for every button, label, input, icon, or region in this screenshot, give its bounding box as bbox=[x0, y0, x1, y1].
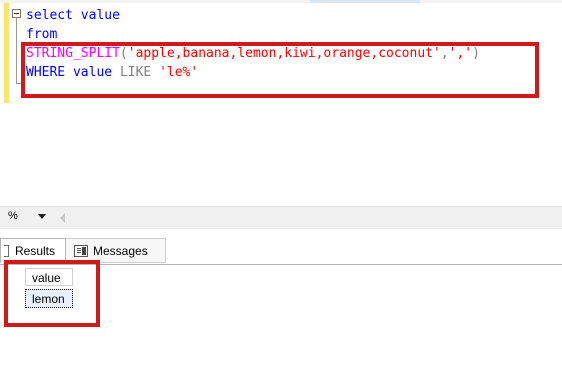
outline-guide-line bbox=[16, 18, 21, 84]
messages-icon bbox=[74, 244, 88, 257]
code-line[interactable]: select value bbox=[26, 6, 480, 25]
annotation-box-query bbox=[21, 42, 539, 98]
tab-messages-label: Messages bbox=[93, 243, 148, 258]
chevron-down-icon[interactable] bbox=[38, 214, 46, 219]
code-token: value bbox=[80, 8, 120, 23]
collapse-icon[interactable] bbox=[12, 9, 21, 18]
grid-icon bbox=[4, 245, 9, 257]
zoom-bar: % bbox=[0, 206, 562, 230]
annotation-box-results bbox=[4, 260, 100, 327]
code-token: select bbox=[26, 8, 73, 23]
change-tracking-margin bbox=[4, 3, 9, 103]
code-token: from bbox=[26, 27, 58, 42]
tab-indicator bbox=[310, 0, 420, 3]
tab-results-label: Results bbox=[15, 243, 56, 258]
results-pane: Results Messages value lemon bbox=[0, 229, 562, 386]
zoom-level[interactable]: % bbox=[8, 210, 18, 222]
scroll-left-arrow-icon[interactable] bbox=[60, 213, 65, 223]
editor-top-strip bbox=[0, 0, 562, 3]
query-editor[interactable]: select value from STRING_SPLIT('apple,bana… bbox=[0, 0, 562, 206]
